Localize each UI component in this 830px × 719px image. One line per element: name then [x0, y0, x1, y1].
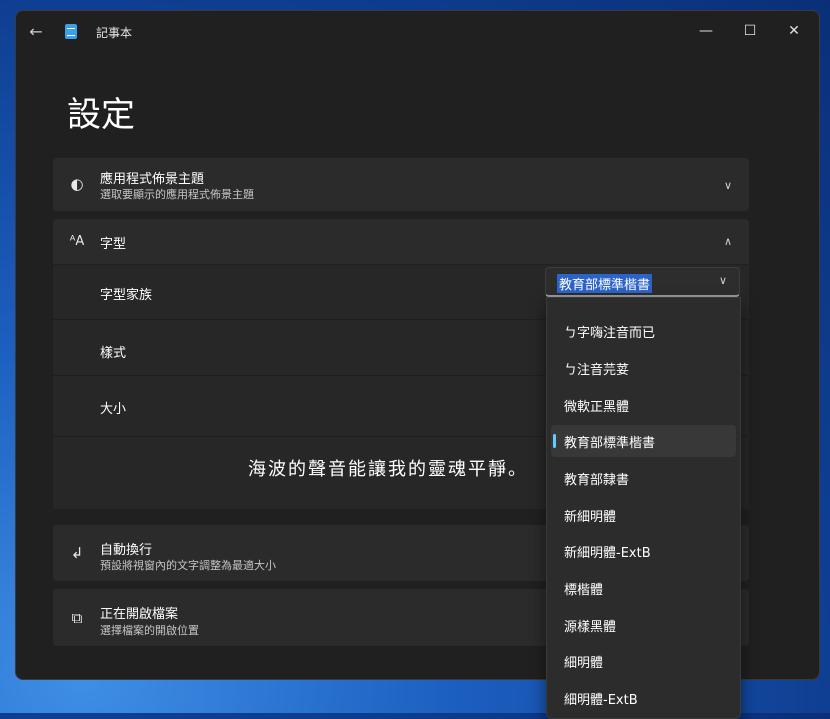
- font-option[interactable]: 新細明體-ExtB: [551, 535, 736, 567]
- font-family-combobox[interactable]: 教育部標準楷書 ∨: [545, 267, 740, 297]
- close-button[interactable]: ✕: [772, 15, 816, 47]
- font-family-label: 字型家族: [100, 288, 153, 303]
- font-card[interactable]: ᴬA 字型 ∧: [53, 219, 749, 264]
- word-wrap-subtitle: 預設將視窗內的文字調整為最適大小: [100, 559, 276, 572]
- font-option[interactable]: 細明體: [551, 645, 736, 677]
- font-size-label: 大小: [100, 402, 127, 417]
- back-arrow-icon[interactable]: ←: [24, 19, 48, 43]
- font-size-icon: ᴬA: [69, 233, 85, 249]
- app-theme-card[interactable]: ◐ 應用程式佈景主題 選取要顯示的應用程式佈景主題 ∨: [53, 158, 749, 211]
- font-option[interactable]: 源樣黑體: [551, 609, 736, 641]
- open-file-icon: ⧉: [71, 609, 83, 627]
- app-theme-subtitle: 選取要顯示的應用程式佈景主題: [100, 188, 254, 201]
- opening-files-title: 正在開啟檔案: [100, 607, 179, 622]
- selection-indicator: [553, 434, 556, 448]
- word-wrap-icon: ↲: [70, 544, 84, 562]
- word-wrap-title: 自動換行: [100, 543, 153, 558]
- page-title: 設定: [67, 95, 135, 135]
- font-option[interactable]: 教育部隸書: [551, 462, 736, 494]
- chevron-up-icon[interactable]: ∧: [721, 234, 735, 248]
- chevron-down-icon: ∨: [718, 274, 727, 287]
- palette-icon: ◐: [70, 175, 84, 193]
- font-option[interactable]: 細明體-ExtB: [551, 682, 736, 714]
- font-option-selected[interactable]: 教育部標準楷書: [551, 425, 736, 457]
- font-family-value: 教育部標準楷書: [557, 274, 653, 293]
- title-bar: ← 記事本 — ☐ ✕: [16, 11, 819, 53]
- font-option[interactable]: 微軟正黑體: [551, 389, 736, 421]
- chevron-down-icon[interactable]: ∨: [721, 178, 735, 192]
- font-option[interactable]: ㄅ注音芫荽: [551, 352, 736, 384]
- font-family-dropdown[interactable]: ㄅ字嗨注音而已 ㄅ注音芫荽 微軟正黑體 教育部標準楷書 教育部隸書 新細明體 新…: [546, 297, 741, 719]
- font-card-title: 字型: [100, 237, 127, 252]
- font-style-label: 樣式: [100, 346, 127, 361]
- font-option[interactable]: 標楷體: [551, 572, 736, 604]
- window-title: 記事本: [96, 26, 133, 40]
- preview-text: 海波的聲音能讓我的靈魂平靜。: [248, 459, 528, 480]
- opening-files-subtitle: 選擇檔案的開啟位置: [100, 624, 199, 637]
- notepad-app-icon: [65, 24, 77, 39]
- font-option[interactable]: ㄅ字嗨注音而已: [551, 315, 736, 347]
- app-theme-title: 應用程式佈景主題: [100, 172, 205, 187]
- font-option[interactable]: 新細明體: [551, 499, 736, 531]
- maximize-button[interactable]: ☐: [728, 15, 772, 47]
- minimize-button[interactable]: —: [684, 15, 728, 47]
